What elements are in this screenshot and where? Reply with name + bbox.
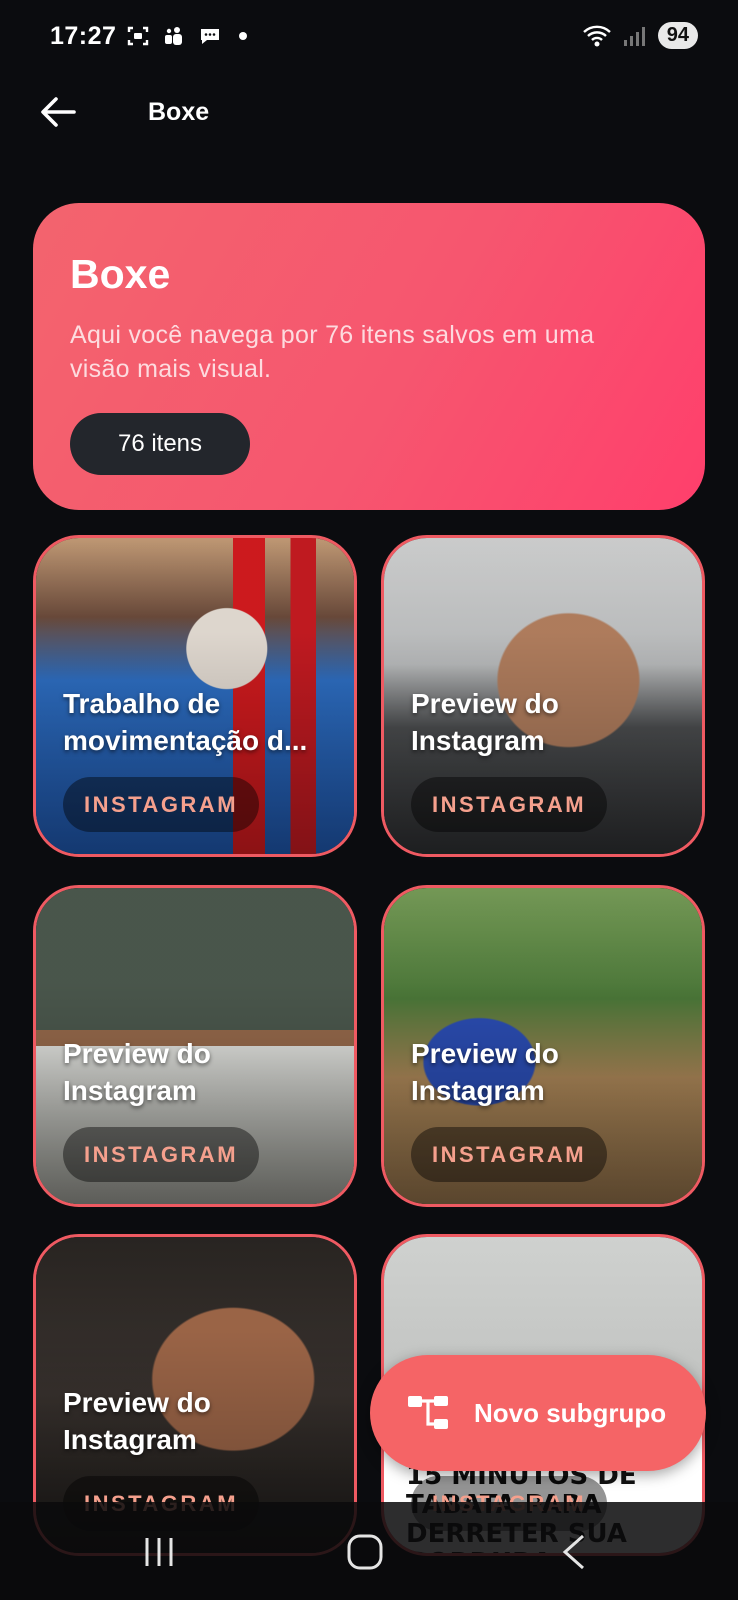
item-count-pill: 76 itens bbox=[70, 413, 250, 475]
recents-icon[interactable] bbox=[137, 1532, 181, 1572]
new-subgroup-label: Novo subgrupo bbox=[474, 1397, 667, 1428]
source-badge: INSTAGRAM bbox=[411, 777, 607, 832]
source-badge: INSTAGRAM bbox=[411, 1127, 607, 1182]
card-title: Preview do Instagram bbox=[63, 1038, 211, 1106]
home-icon[interactable] bbox=[343, 1532, 387, 1572]
source-badge: INSTAGRAM bbox=[63, 777, 259, 832]
status-bar: 17:27 94 bbox=[0, 0, 738, 72]
battery-level: 94 bbox=[657, 22, 698, 49]
saved-item-card[interactable]: Preview do Instagram INSTAGRAM bbox=[381, 535, 705, 857]
teams-icon bbox=[165, 27, 182, 45]
page-title: Boxe bbox=[148, 98, 210, 126]
card-title: Preview do Instagram bbox=[411, 1038, 559, 1106]
status-icons-right: 94 bbox=[582, 22, 698, 49]
hero-title: Boxe bbox=[70, 251, 171, 297]
card-title: Preview do Instagram bbox=[63, 1387, 211, 1455]
back-chevron-icon[interactable] bbox=[553, 1532, 597, 1572]
wifi-icon bbox=[582, 25, 611, 46]
saved-item-card[interactable]: Trabalho de movimentação d... INSTAGRAM bbox=[33, 535, 357, 857]
hero-card: Boxe Aqui você navega por 76 itens salvo… bbox=[33, 203, 705, 510]
saved-item-card[interactable]: Preview do Instagram INSTAGRAM bbox=[381, 885, 705, 1207]
card-title: Trabalho de movimentação d... bbox=[63, 688, 308, 756]
status-icons-left bbox=[125, 24, 247, 48]
saved-item-card[interactable]: Preview do Instagram INSTAGRAM bbox=[33, 885, 357, 1207]
notification-dot bbox=[239, 32, 247, 40]
source-badge: INSTAGRAM bbox=[63, 1127, 259, 1182]
new-subgroup-button[interactable]: Novo subgrupo bbox=[370, 1355, 706, 1471]
top-app-bar: Boxe bbox=[0, 80, 738, 144]
status-time: 17:27 bbox=[50, 22, 117, 50]
chat-icon bbox=[201, 29, 219, 44]
signal-icon bbox=[623, 26, 645, 46]
system-nav-bar bbox=[0, 1502, 738, 1600]
arrow-left-icon[interactable] bbox=[36, 92, 80, 132]
hero-description: Aqui você navega por 76 itens salvos em … bbox=[70, 321, 595, 383]
subgroup-tree-icon bbox=[408, 1396, 448, 1429]
screenshot-icon bbox=[127, 26, 149, 46]
card-title: Preview do Instagram bbox=[411, 688, 559, 756]
